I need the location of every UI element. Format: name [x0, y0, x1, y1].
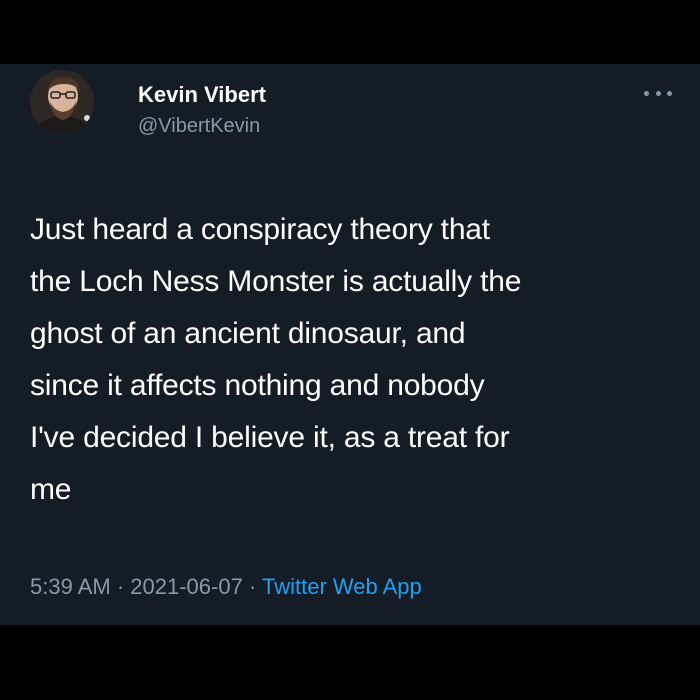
avatar[interactable]: [30, 70, 94, 134]
meta-separator: ·: [110, 574, 131, 599]
tweet-text: Just heard a conspiracy theory that the …: [30, 213, 522, 506]
profile-photo-icon: [30, 70, 94, 134]
tweet-source-link[interactable]: Twitter Web App: [262, 574, 422, 599]
author-handle[interactable]: @VibertKevin: [138, 115, 260, 138]
dot: [644, 90, 649, 96]
tweet-time[interactable]: 5:39 AM: [30, 574, 111, 599]
dot: [667, 90, 672, 96]
tweet-card: Kevin Vibert @VibertKevin Just heard a c…: [0, 64, 700, 625]
dot: [655, 90, 661, 96]
more-options-icon[interactable]: [644, 86, 672, 100]
meta-separator: ·: [242, 574, 262, 599]
tweet-date[interactable]: 2021-06-07: [130, 574, 243, 599]
author-name[interactable]: Kevin Vibert: [138, 82, 266, 108]
tweet-meta: 5:39 AM · 2021-06-07 · Twitter Web App: [30, 574, 422, 600]
